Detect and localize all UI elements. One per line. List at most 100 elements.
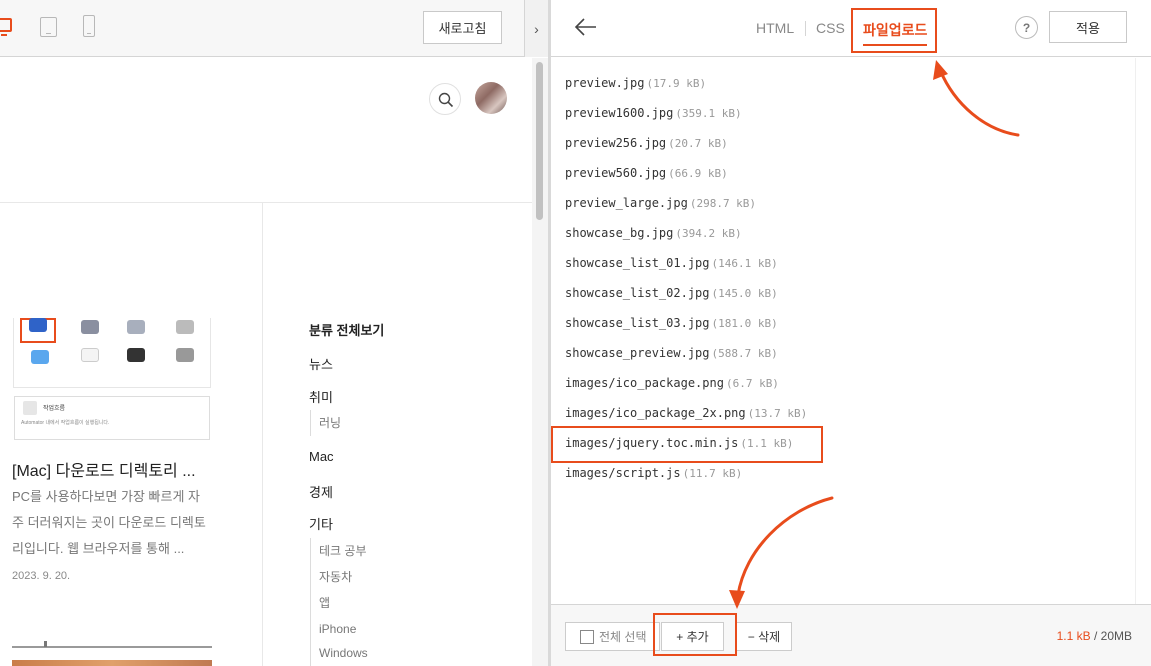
file-name: preview_large.jpg [565, 196, 688, 210]
category-news[interactable]: 뉴스 [309, 354, 333, 373]
post-thumbnail[interactable]: 작업흐름 Automator 내에서 작업흐름이 실행됩니다. [13, 318, 211, 440]
file-item[interactable]: images/ico_package.png (6.7 kB) [565, 373, 779, 393]
file-name: preview256.jpg [565, 136, 667, 150]
category-etc[interactable]: 기타 [309, 514, 333, 533]
image-capture-icon [127, 348, 145, 362]
select-all-label: 전체 선택 [599, 630, 647, 644]
file-name: showcase_list_03.jpg [565, 316, 710, 330]
file-size: (13.7 kB) [747, 407, 808, 420]
post-excerpt: PC를 사용하다보면 가장 빠르게 자주 더러워지는 곳이 다운로드 디렉토리입… [12, 489, 206, 556]
apply-button[interactable]: 적용 [1049, 11, 1127, 43]
highlight-file-upload-tab [851, 8, 937, 53]
file-item[interactable]: preview560.jpg (66.9 kB) [565, 163, 728, 183]
app-icon [81, 320, 99, 334]
preview-scrollbar-thumb[interactable] [536, 62, 543, 220]
file-size: (588.7 kB) [711, 347, 778, 360]
file-name: images/script.js [565, 466, 681, 480]
file-size: (146.1 kB) [711, 257, 778, 270]
pen-icon [23, 401, 37, 415]
file-size: (17.9 kB) [646, 77, 707, 90]
mobile-icon[interactable] [83, 15, 95, 37]
thumbnail-card-title: 작업흐름 [43, 406, 66, 412]
file-size: (6.7 kB) [725, 377, 779, 390]
content-divider [262, 203, 263, 666]
category-mac[interactable]: Mac [309, 449, 334, 464]
select-all-checkbox[interactable]: 전체 선택 [565, 622, 660, 651]
file-size: (298.7 kB) [689, 197, 757, 210]
workflow-icon [29, 318, 47, 332]
file-item[interactable]: showcase_list_01.jpg (146.1 kB) [565, 253, 778, 273]
category-hobby[interactable]: 취미 [309, 387, 333, 406]
subcategory-running[interactable]: 러닝 [310, 410, 341, 436]
next-post-divider [12, 646, 212, 648]
file-size: (11.7 kB) [682, 467, 743, 480]
file-item[interactable]: showcase_bg.jpg (394.2 kB) [565, 223, 742, 243]
desktop-icon[interactable] [0, 18, 12, 36]
blog-header [0, 58, 532, 203]
subcategory-iphone[interactable]: iPhone [310, 616, 356, 642]
category-all[interactable]: 분류 전체보기 [309, 320, 384, 339]
quota-total: / 20MB [1090, 629, 1132, 643]
search-button[interactable] [429, 83, 461, 115]
file-name: showcase_list_02.jpg [565, 286, 710, 300]
back-button[interactable] [573, 14, 599, 40]
file-item[interactable]: showcase_preview.jpg (588.7 kB) [565, 343, 778, 363]
file-size: (20.7 kB) [668, 137, 728, 150]
file-item[interactable]: showcase_list_02.jpg (145.0 kB) [565, 283, 778, 303]
file-name: showcase_bg.jpg [565, 226, 674, 240]
file-item[interactable]: images/script.js (11.7 kB) [565, 463, 742, 483]
subcategory-car[interactable]: 자동차 [310, 564, 352, 590]
avatar[interactable] [475, 82, 507, 114]
tab-separator [805, 21, 806, 36]
search-icon [438, 92, 454, 108]
refresh-button[interactable]: 새로고침 [423, 11, 502, 44]
file-item[interactable]: images/ico_package_2x.png (13.7 kB) [565, 403, 807, 423]
file-size: (66.9 kB) [668, 167, 728, 180]
microphone-icon [176, 348, 194, 362]
highlight-jquery-toc-file [551, 426, 823, 463]
post-date: 2023. 9. 20. [12, 570, 71, 582]
help-button[interactable]: ? [1015, 16, 1038, 39]
subcategory-windows[interactable]: Windows [310, 640, 368, 666]
file-item[interactable]: preview1600.jpg (359.1 kB) [565, 103, 742, 123]
tab-html[interactable]: HTML [756, 20, 794, 36]
preview-toolbar: 새로고침 › [0, 0, 548, 57]
file-item[interactable]: preview_large.jpg (298.7 kB) [565, 193, 756, 213]
file-item[interactable]: preview.jpg (17.9 kB) [565, 73, 706, 93]
folder-icon [31, 350, 49, 364]
file-name: preview.jpg [565, 76, 645, 90]
tablet-icon[interactable] [40, 17, 57, 37]
thumbnail-card-sub: Automator 내에서 작업흐름이 실행됩니다. [21, 420, 110, 426]
next-post-thumbnail[interactable] [12, 660, 212, 666]
file-item[interactable]: showcase_list_03.jpg (181.0 kB) [565, 313, 778, 333]
file-name: preview560.jpg [565, 166, 667, 180]
printer-icon [176, 320, 194, 334]
chevron-right-icon[interactable]: › [524, 0, 548, 57]
file-name: showcase_list_01.jpg [565, 256, 710, 270]
file-name: preview1600.jpg [565, 106, 674, 120]
preview-pane: 새로고침 › 작업흐름 Automator 내에서 작업흐름이 실행됩니다. [… [0, 0, 548, 666]
file-size: (181.0 kB) [711, 317, 778, 330]
file-name: images/ico_package_2x.png [565, 406, 746, 420]
highlight-add-button [653, 613, 737, 656]
file-list-scrollbar[interactable] [1135, 58, 1151, 604]
subcategory-tech-study[interactable]: 테크 공부 [310, 538, 367, 564]
next-post-marker [44, 641, 47, 647]
thumbnail-icon-grid [13, 318, 211, 388]
delete-file-button[interactable]: − 삭제 [736, 622, 792, 651]
thumbnail-card: 작업흐름 Automator 내에서 작업흐름이 실행됩니다. [14, 396, 210, 440]
quota-used: 1.1 kB [1056, 629, 1091, 643]
category-economy[interactable]: 경제 [309, 482, 333, 501]
arrow-left-icon [574, 18, 596, 36]
subcategory-app[interactable]: 앱 [310, 590, 330, 616]
file-size: (359.1 kB) [675, 107, 742, 120]
calendar-icon [81, 348, 99, 362]
file-name: showcase_preview.jpg [565, 346, 710, 360]
file-item[interactable]: preview256.jpg (20.7 kB) [565, 133, 728, 153]
file-size: (145.0 kB) [711, 287, 778, 300]
gear-icon [127, 320, 145, 334]
tab-css[interactable]: CSS [816, 20, 845, 36]
file-name: images/ico_package.png [565, 376, 724, 390]
post-title[interactable]: [Mac] 다운로드 디렉토리 ... [12, 457, 196, 481]
checkbox-icon [580, 630, 594, 644]
